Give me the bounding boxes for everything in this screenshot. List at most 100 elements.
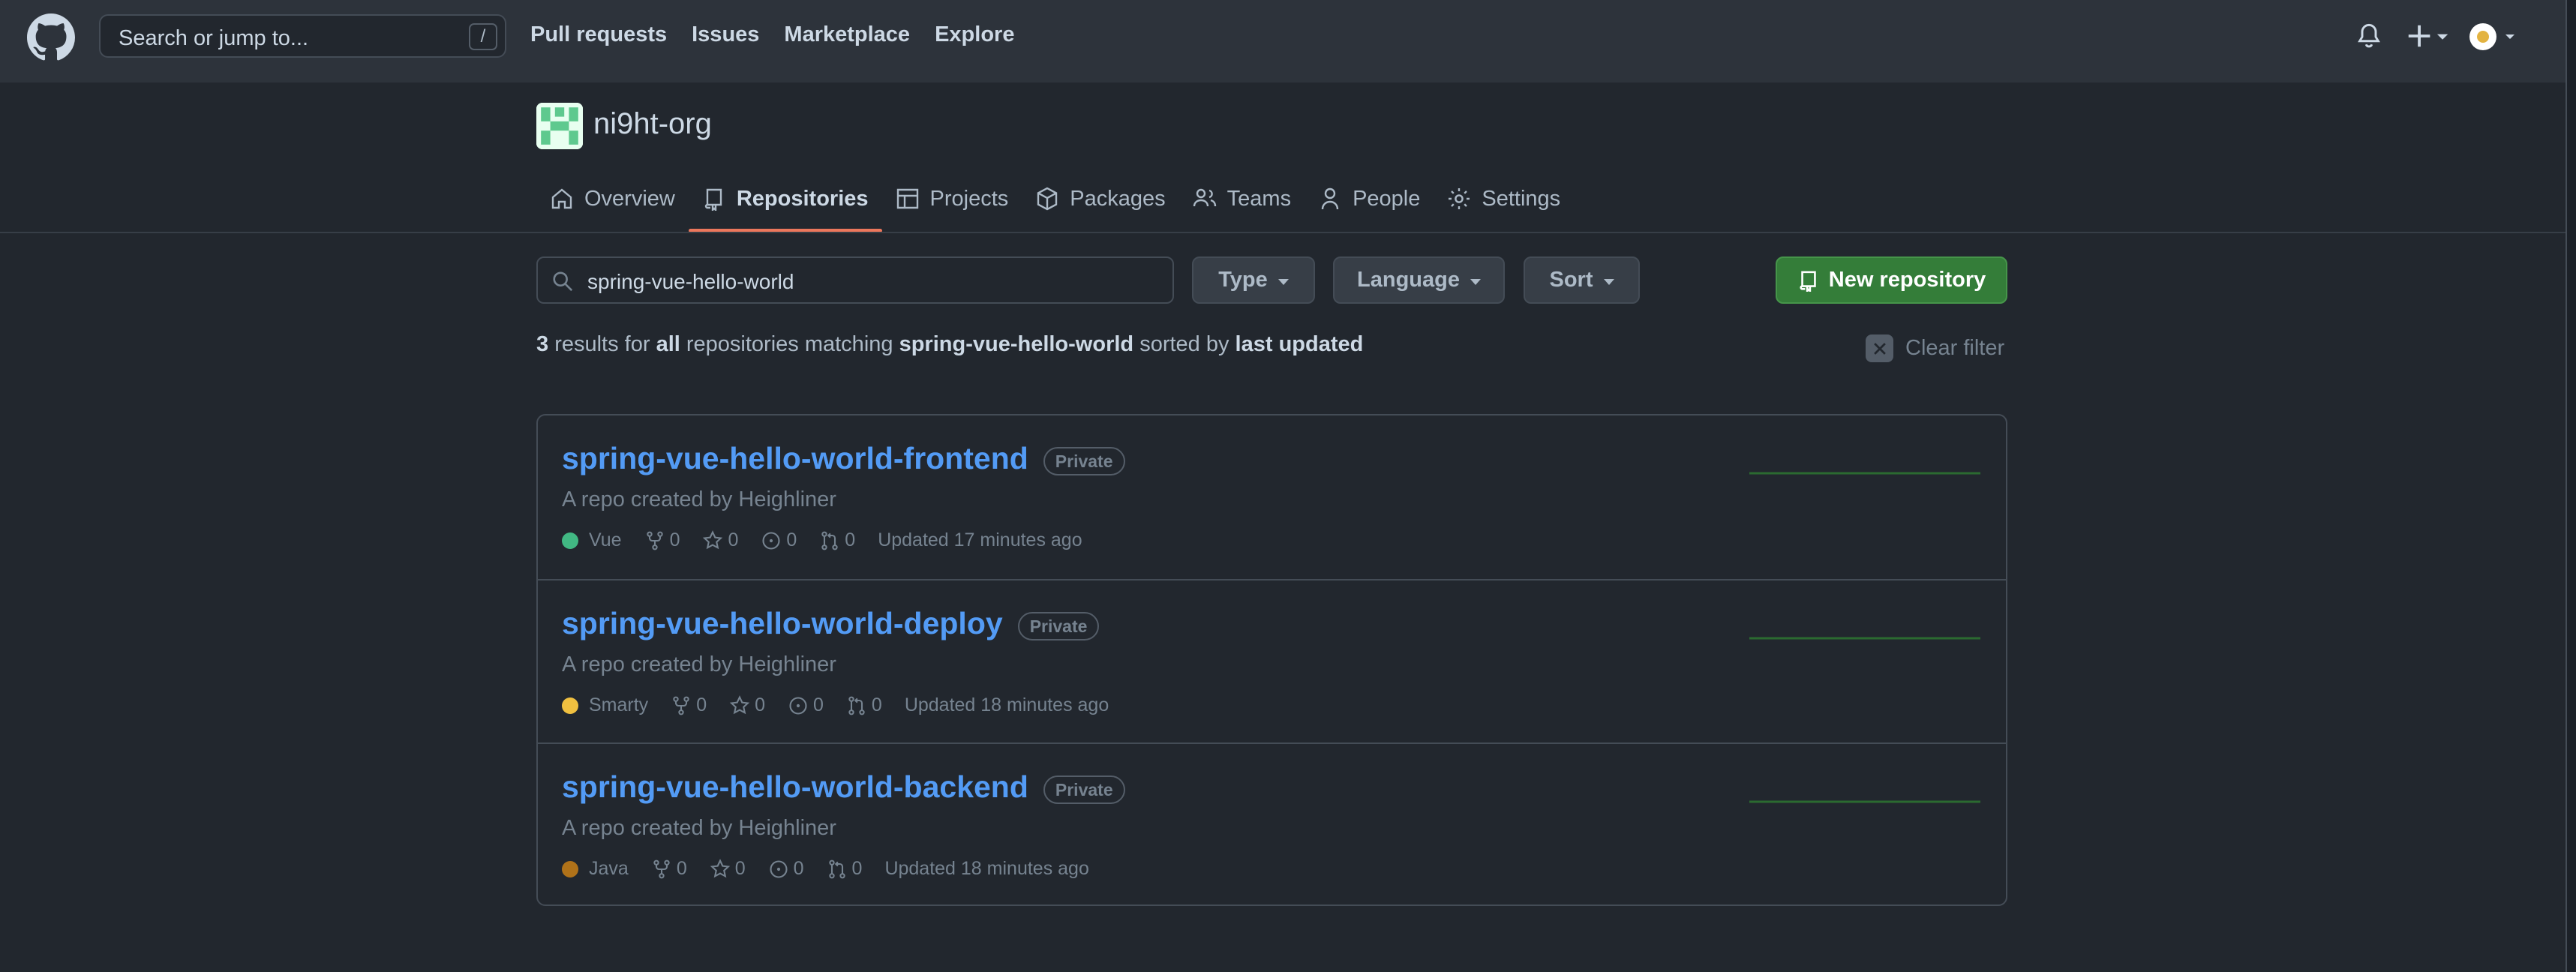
results-sort: last updated: [1235, 332, 1364, 356]
nav-marketplace[interactable]: Marketplace: [784, 22, 910, 47]
sort-filter-label: Sort: [1549, 268, 1593, 292]
tab-projects[interactable]: Projects: [882, 165, 1022, 232]
forks-link[interactable]: 0: [644, 530, 680, 551]
people-icon: [1193, 188, 1216, 207]
notifications-bell-icon[interactable]: [2355, 21, 2382, 51]
forks-link[interactable]: 0: [651, 858, 687, 880]
org-name[interactable]: ni9ht-org: [593, 107, 712, 141]
find-repository-input[interactable]: spring-vue-hello-world: [536, 256, 1174, 304]
package-icon: [1037, 187, 1058, 211]
close-icon: [1866, 334, 1893, 362]
tab-label: Settings: [1482, 186, 1561, 211]
pull-requests-link[interactable]: 0: [846, 694, 882, 716]
type-filter-button[interactable]: Type: [1192, 256, 1315, 304]
global-search-input[interactable]: Search or jump to... /: [99, 14, 506, 58]
repository-row: spring-vue-hello-world-frontend Private …: [538, 416, 2006, 579]
repository-row: spring-vue-hello-world-backend Private A…: [538, 742, 2006, 906]
forks-count: 0: [669, 530, 680, 550]
star-icon: [703, 530, 723, 549]
visibility-badge: Private: [1017, 612, 1100, 640]
global-header: Search or jump to... / Pull requests Iss…: [0, 0, 2565, 82]
org-identicon-icon: [536, 103, 583, 149]
person-icon: [1321, 188, 1339, 210]
language-indicator: Vue: [562, 530, 622, 551]
pull-requests-link[interactable]: 0: [827, 858, 862, 880]
issue-icon: [789, 696, 807, 715]
activity-sparkline: [1749, 472, 1980, 475]
repository-description: A repo created by Heighliner: [562, 816, 836, 840]
repository-name-link[interactable]: spring-vue-hello-world-deploy: [562, 606, 1003, 641]
issue-icon: [762, 531, 780, 550]
tab-settings[interactable]: Settings: [1434, 165, 1574, 232]
tab-people[interactable]: People: [1305, 165, 1434, 232]
fork-icon: [646, 531, 663, 550]
global-nav: Pull requests Issues Marketplace Explore: [530, 22, 1014, 47]
org-tabs: Overview Repositories Projects Packages …: [536, 165, 1574, 232]
stars-link[interactable]: 0: [702, 530, 738, 551]
stars-count: 0: [755, 694, 765, 716]
stars-count: 0: [728, 530, 739, 550]
tab-overview[interactable]: Overview: [536, 165, 689, 232]
results-query: spring-vue-hello-world: [899, 332, 1134, 356]
tab-label: People: [1353, 186, 1421, 211]
sort-filter-button[interactable]: Sort: [1524, 256, 1640, 304]
language-color-dot: [562, 860, 578, 878]
repo-icon: [704, 188, 722, 211]
home-icon: [551, 188, 572, 209]
issues-link[interactable]: 0: [761, 530, 797, 551]
repository-meta: Smarty 0 0 0 0 Updated 18 minutes ago: [562, 694, 1131, 716]
repository-name-link[interactable]: spring-vue-hello-world-backend: [562, 770, 1028, 805]
updated-timestamp: Updated 17 minutes ago: [878, 530, 1082, 550]
org-avatar[interactable]: [536, 103, 583, 149]
find-repository-value: spring-vue-hello-world: [587, 270, 794, 293]
tab-teams[interactable]: Teams: [1179, 165, 1305, 232]
tab-repositories[interactable]: Repositories: [688, 165, 882, 232]
visibility-badge: Private: [1043, 776, 1125, 804]
type-filter-label: Type: [1218, 268, 1268, 292]
language-name: Java: [589, 858, 629, 879]
stars-count: 0: [734, 858, 746, 879]
github-logo-icon[interactable]: [27, 14, 75, 62]
star-icon: [710, 858, 730, 878]
stars-link[interactable]: 0: [729, 694, 765, 716]
results-summary: 3 results for all repositories matching …: [536, 332, 1363, 357]
nav-explore[interactable]: Explore: [935, 22, 1014, 47]
language-color-dot: [562, 532, 578, 549]
issues-count: 0: [793, 858, 804, 879]
pull-requests-link[interactable]: 0: [819, 530, 855, 551]
issues-count: 0: [813, 694, 824, 716]
issues-count: 0: [786, 530, 797, 550]
tab-label: Teams: [1226, 186, 1292, 211]
tab-packages[interactable]: Packages: [1022, 165, 1178, 232]
stars-link[interactable]: 0: [710, 858, 746, 880]
user-menu[interactable]: [2468, 21, 2525, 52]
clear-filter-button[interactable]: Clear filter: [1866, 334, 2004, 362]
forks-link[interactable]: 0: [671, 694, 707, 716]
issue-icon: [770, 860, 788, 878]
nav-pull-requests[interactable]: Pull requests: [530, 22, 667, 47]
language-filter-button[interactable]: Language: [1333, 256, 1505, 304]
repository-meta: Java 0 0 0 0 Updated 18 minutes ago: [562, 858, 1112, 880]
updated-timestamp: Updated 18 minutes ago: [904, 694, 1109, 716]
results-scope: all: [656, 332, 680, 356]
chevron-down-icon: [1470, 278, 1481, 285]
fork-icon: [653, 860, 670, 878]
pull-request-icon: [848, 696, 865, 715]
issues-link[interactable]: 0: [768, 858, 804, 880]
nav-issues[interactable]: Issues: [692, 22, 759, 47]
issues-link[interactable]: 0: [788, 694, 824, 716]
repository-description: A repo created by Heighliner: [562, 652, 836, 676]
repository-name-link[interactable]: spring-vue-hello-world-frontend: [562, 441, 1028, 476]
window-scrollbar[interactable]: [2565, 0, 2576, 972]
tabs-divider: [0, 232, 2565, 233]
repository-list: spring-vue-hello-world-frontend Private …: [536, 414, 2007, 906]
summary-text: sorted by: [1133, 332, 1235, 356]
pull-request-icon: [828, 860, 845, 878]
forks-count: 0: [676, 858, 687, 879]
new-repository-button[interactable]: New repository: [1776, 256, 2007, 304]
tab-label: Projects: [929, 186, 1009, 211]
create-new-plus-icon[interactable]: [2405, 21, 2451, 51]
search-shortcut-key: /: [469, 23, 497, 50]
pull-request-icon: [821, 531, 838, 550]
updated-timestamp: Updated 18 minutes ago: [884, 858, 1089, 879]
